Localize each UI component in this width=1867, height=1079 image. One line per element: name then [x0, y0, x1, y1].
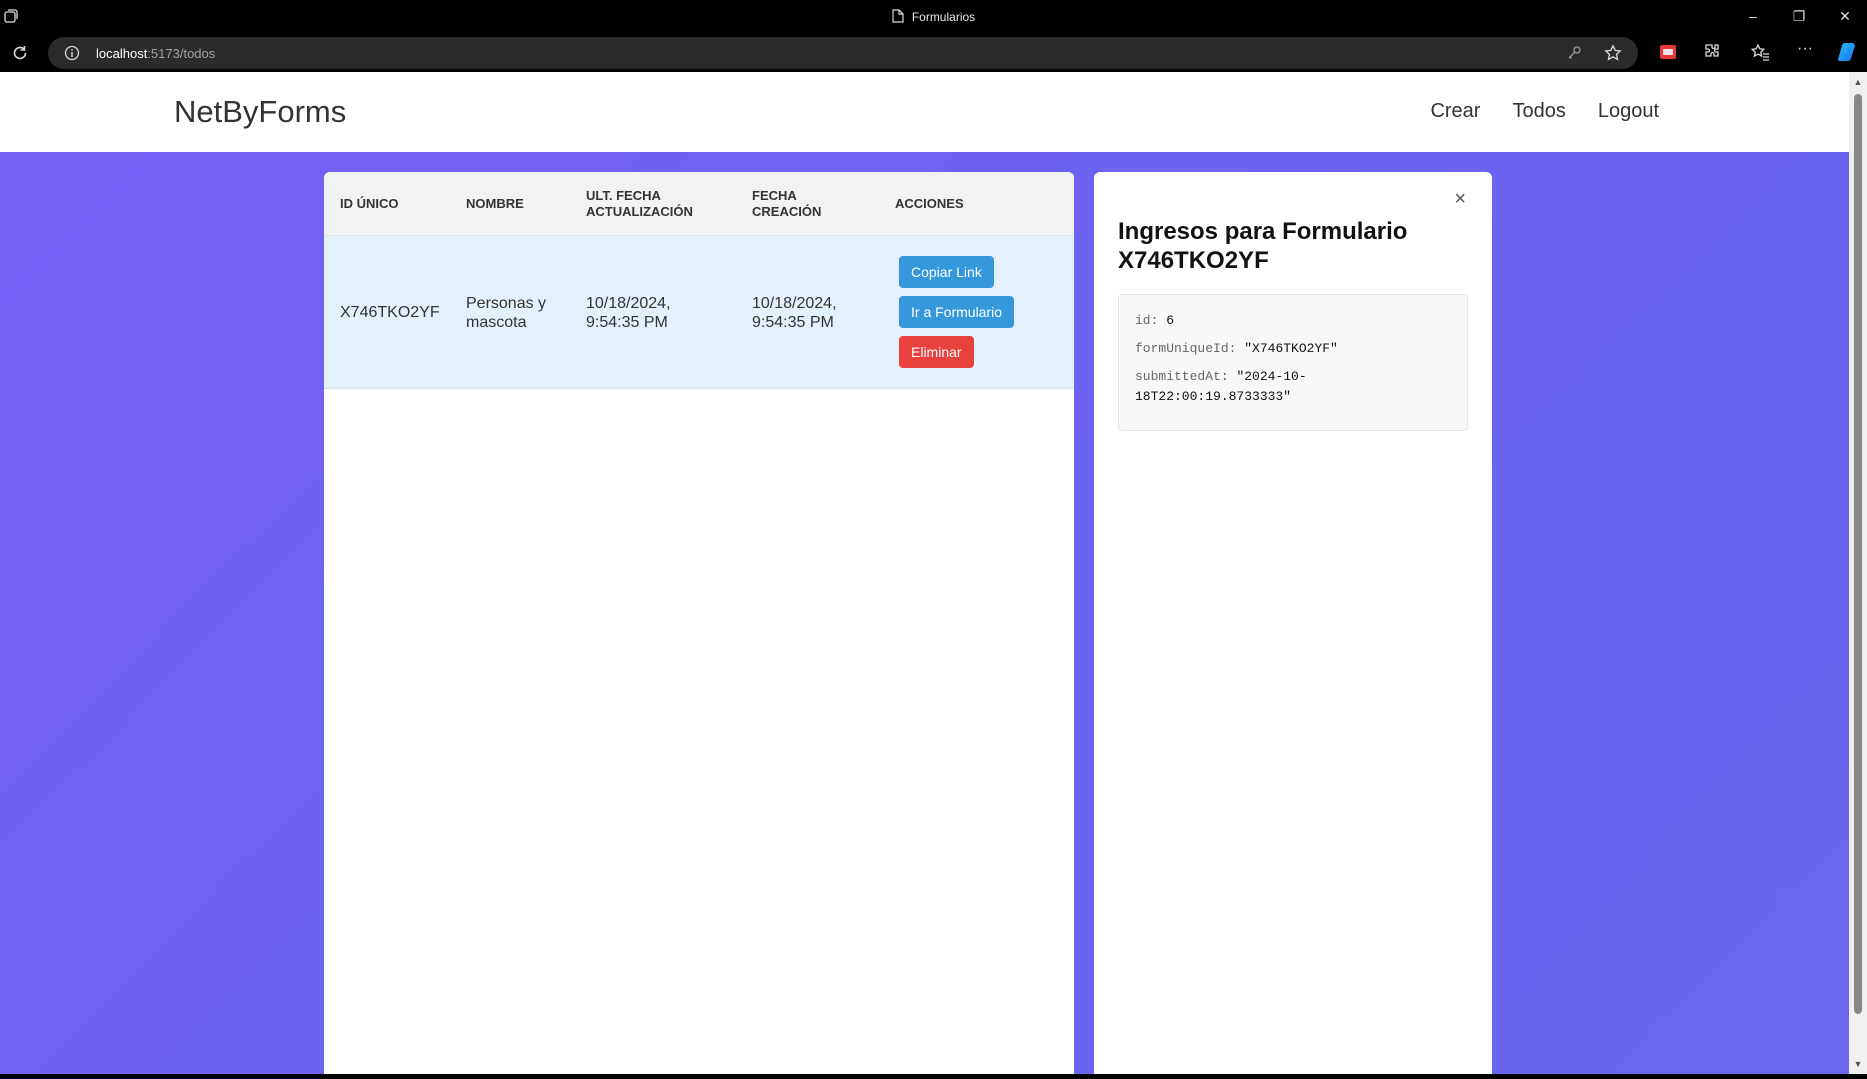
cell-nombre-line2: mascota: [466, 314, 527, 331]
submissions-panel: × Ingresos para Formulario X746TKO2YF id…: [1094, 172, 1492, 1074]
favorites-icon[interactable]: [1750, 42, 1770, 62]
data-value-submitted-at: "2024-10-: [1236, 369, 1307, 384]
table-row: X746TKO2YF Personas y mascota 10/18/2024…: [324, 236, 1074, 389]
data-value-id: 6: [1166, 313, 1175, 328]
close-panel-icon[interactable]: ×: [1454, 188, 1466, 211]
restore-icon[interactable]: ❐: [1784, 6, 1814, 26]
table-header: ID ÚNICO NOMBRE ULT. FECHA ACTUALIZACIÓN…: [324, 172, 1074, 236]
header-fecha-creacion: FECHA CREACIÓN: [752, 188, 821, 220]
cell-updated-line1: 10/18/2024,: [586, 295, 671, 312]
extension-red-icon[interactable]: [1658, 42, 1678, 62]
page-viewport: NetByForms Crear Todos Logout ID ÚNICO N…: [0, 72, 1849, 1074]
brand-logo[interactable]: NetByForms: [174, 94, 346, 130]
go-to-form-button[interactable]: Ir a Formulario: [899, 296, 1015, 328]
url-text[interactable]: localhost:5173/todos: [96, 46, 215, 61]
submission-data: id: 6 formUniqueId: "X746TKO2YF" submitt…: [1118, 294, 1468, 431]
nav-links: Crear Todos Logout: [1430, 100, 1659, 123]
page-icon: [892, 9, 904, 23]
data-key-id: id:: [1135, 313, 1159, 328]
cell-nombre-line1: Personas y: [466, 295, 547, 312]
close-window-icon[interactable]: ✕: [1830, 6, 1860, 26]
data-value-form-unique-id: "X746TKO2YF": [1244, 341, 1338, 356]
scroll-down-icon[interactable]: ▼: [1853, 1060, 1863, 1069]
nav-link-crear[interactable]: Crear: [1430, 100, 1480, 123]
data-key-submitted-at: submittedAt:: [1135, 369, 1229, 384]
nav-link-logout[interactable]: Logout: [1598, 100, 1659, 123]
scrollbar-thumb[interactable]: [1854, 94, 1862, 1014]
header-id: ID ÚNICO: [340, 196, 399, 211]
favorite-star-icon[interactable]: [1604, 44, 1622, 62]
cell-created-line2: 9:54:35 PM: [752, 314, 834, 331]
data-line-submitted-at: submittedAt: "2024-10-: [1135, 367, 1451, 387]
data-key-form-unique-id: formUniqueId:: [1135, 341, 1237, 356]
browser-titlebar: Formularios – ❐ ✕: [0, 0, 1867, 34]
window-title: Formularios: [0, 9, 1867, 24]
header-ult-fecha-line2: ACTUALIZACIÓN: [586, 204, 693, 219]
data-line-form-unique-id: formUniqueId: "X746TKO2YF": [1135, 339, 1451, 359]
header-ult-fecha: ULT. FECHA ACTUALIZACIÓN: [586, 188, 693, 220]
cell-created: 10/18/2024, 9:54:35 PM: [752, 294, 837, 332]
copilot-icon[interactable]: [1835, 40, 1859, 64]
more-menu-icon[interactable]: ···: [1795, 40, 1815, 60]
copy-link-button[interactable]: Copiar Link: [899, 256, 994, 288]
panel-title: Ingresos para Formulario X746TKO2YF: [1118, 218, 1408, 274]
page-scrollbar[interactable]: ▲ ▼: [1849, 72, 1867, 1074]
cell-updated: 10/18/2024, 9:54:35 PM: [586, 294, 671, 332]
password-key-icon[interactable]: [1566, 45, 1582, 61]
window-title-text: Formularios: [911, 10, 976, 24]
data-line-id: id: 6: [1135, 311, 1451, 331]
reload-icon[interactable]: [10, 43, 30, 63]
header-ult-fecha-line1: ULT. FECHA: [586, 188, 661, 203]
delete-button[interactable]: Eliminar: [899, 336, 974, 368]
browser-toolbar: localhost:5173/todos ···: [0, 34, 1867, 72]
extensions-puzzle-icon[interactable]: [1702, 42, 1722, 62]
url-path: :5173/todos: [147, 46, 216, 61]
scroll-up-icon[interactable]: ▲: [1853, 78, 1863, 87]
cell-created-line1: 10/18/2024,: [752, 295, 837, 312]
app-navbar: NetByForms Crear Todos Logout: [0, 72, 1849, 152]
url-host: localhost: [96, 46, 148, 61]
nav-link-todos[interactable]: Todos: [1512, 100, 1565, 123]
forms-table: ID ÚNICO NOMBRE ULT. FECHA ACTUALIZACIÓN…: [324, 172, 1074, 1074]
cell-id: X746TKO2YF: [340, 304, 440, 321]
header-fecha-line2: CREACIÓN: [752, 204, 822, 219]
cell-updated-line2: 9:54:35 PM: [586, 314, 668, 331]
cell-nombre: Personas y mascota: [466, 294, 546, 332]
site-info-icon[interactable]: [64, 45, 80, 61]
minimize-icon[interactable]: –: [1738, 6, 1768, 26]
header-nombre: NOMBRE: [466, 196, 524, 211]
data-line-submitted-at-cont: 18T22:00:19.8733333": [1135, 387, 1451, 407]
header-acciones: ACCIONES: [895, 196, 964, 211]
address-bar[interactable]: localhost:5173/todos: [48, 37, 1638, 69]
data-value-submitted-at-cont: 18T22:00:19.8733333": [1135, 389, 1292, 404]
header-fecha-line1: FECHA: [752, 188, 797, 203]
